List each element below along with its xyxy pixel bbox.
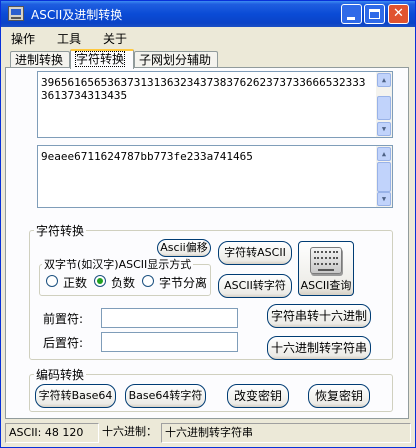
source-textbox[interactable]: 3965616565363731313632343738376262373733…	[37, 71, 393, 138]
radio-positive[interactable]: 正数	[46, 274, 100, 290]
char-to-base64-button[interactable]: 字符转Base64	[35, 384, 116, 408]
hex-to-string-button[interactable]: 十六进制转字符串	[267, 336, 371, 360]
change-key-button[interactable]: 改变密钥	[227, 384, 289, 408]
keyboard-icon	[310, 247, 342, 274]
source-scrollbar[interactable]: ▲ ▼	[376, 72, 392, 137]
radio-negative[interactable]: 负数	[94, 274, 148, 290]
scroll-up-arrow-icon[interactable]: ▲	[377, 73, 391, 87]
radio-negative-dot[interactable]	[94, 275, 106, 287]
menu-about[interactable]: 关于	[103, 30, 127, 47]
restore-key-button[interactable]: 恢复密钥	[308, 384, 370, 408]
tab-label: 进制转换	[15, 53, 64, 67]
status-hex-label: 十六进制：	[102, 425, 157, 438]
result-text: 9eaee6711624787bb773fe233a741465	[41, 150, 253, 163]
result-textbox[interactable]: 9eaee6711624787bb773fe233a741465 ▲ ▼	[37, 145, 393, 208]
scroll-down-arrow-icon[interactable]: ▼	[377, 122, 391, 136]
scroll-up-arrow-icon[interactable]: ▲	[377, 147, 391, 161]
status-ascii: ASCII: 48 120	[5, 423, 99, 443]
minimize-icon	[347, 17, 355, 20]
radio-positive-dot[interactable]	[46, 275, 58, 287]
ascii-to-char-button[interactable]: ASCII转字符	[218, 274, 292, 298]
scroll-thumb[interactable]	[377, 96, 391, 120]
main-window: ASCII及进制转换 ✕ 操作 工具 关于 进制转换 字符转换 子网划分辅助 3…	[0, 0, 416, 448]
radio-byte-split[interactable]: 字节分离	[142, 274, 208, 290]
display-mode-options: 正数 负数 字节分离	[44, 274, 208, 290]
prefix-input[interactable]	[101, 308, 238, 328]
ascii-shift-button[interactable]: Ascii偏移	[157, 239, 211, 257]
ascii-query-label: ASCII查询	[300, 279, 352, 292]
menu-tools[interactable]: 工具	[57, 30, 81, 47]
suffix-input[interactable]	[101, 332, 238, 352]
tab-panel: 3965616565363731313632343738376262373733…	[5, 67, 409, 419]
display-mode-legend: 双字节(如汉字)ASCII显示方式	[44, 258, 192, 271]
ascii-query-button[interactable]: ASCII查询	[298, 241, 354, 296]
char-to-ascii-button[interactable]: 字符转ASCII	[218, 241, 292, 265]
char-conversion-legend: 字符转换	[36, 224, 85, 238]
status-message: 十六进制转字符串	[161, 423, 411, 443]
tab-char-conversion[interactable]: 字符转换	[70, 49, 134, 69]
menu-operate[interactable]: 操作	[11, 30, 35, 47]
radio-positive-label: 正数	[63, 276, 88, 290]
radio-negative-label: 负数	[111, 276, 136, 290]
scroll-down-arrow-icon[interactable]: ▼	[377, 192, 391, 206]
app-icon	[8, 6, 24, 21]
prefix-label: 前置符:	[43, 312, 84, 326]
radio-byte-split-dot[interactable]	[142, 275, 154, 287]
window-title: ASCII及进制转换	[31, 8, 123, 22]
maximize-icon	[369, 9, 380, 19]
tab-label: 子网划分辅助	[139, 53, 212, 67]
radio-byte-split-label: 字节分离	[159, 276, 208, 290]
base64-to-char-button[interactable]: Base64转字符	[125, 384, 206, 408]
menu-bar: 操作 工具 关于	[1, 27, 415, 47]
encoding-legend: 编码转换	[36, 368, 85, 382]
tab-label: 字符转换	[75, 51, 126, 67]
result-scrollbar[interactable]: ▲ ▼	[376, 146, 392, 207]
title-bar[interactable]: ASCII及进制转换 ✕	[1, 1, 415, 27]
tab-strip: 进制转换 字符转换 子网划分辅助	[1, 49, 415, 69]
minimize-button[interactable]	[341, 4, 362, 24]
close-icon: ✕	[393, 6, 404, 21]
suffix-label: 后置符:	[43, 336, 84, 350]
status-bar: ASCII: 48 120 十六进制： 十六进制转字符串	[5, 423, 411, 443]
string-to-hex-button[interactable]: 字符串转十六进制	[267, 304, 371, 328]
scroll-thumb[interactable]	[377, 162, 391, 192]
close-button[interactable]: ✕	[388, 4, 409, 24]
source-text: 3965616565363731313632343738376262373733…	[41, 76, 366, 102]
maximize-button[interactable]	[364, 4, 385, 24]
